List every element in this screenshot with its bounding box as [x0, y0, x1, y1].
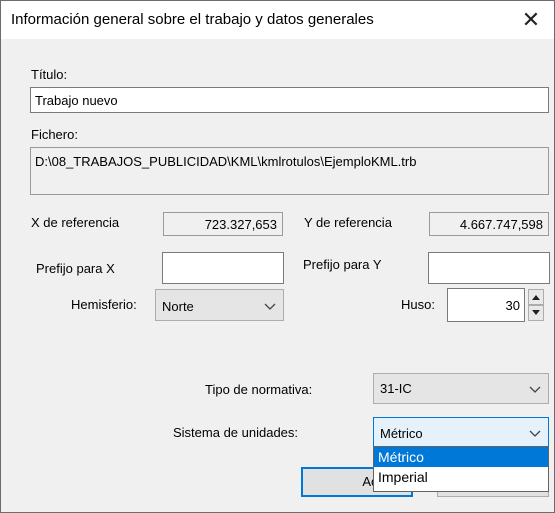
- spin-down-button[interactable]: [528, 305, 544, 321]
- unidades-value: Métrico: [380, 426, 423, 441]
- y-ref-label: Y de referencia: [304, 215, 392, 230]
- unidades-label: Sistema de unidades:: [173, 425, 299, 440]
- fichero-path: D:\08_TRABAJOS_PUBLICIDAD\KML\kmlrotulos…: [30, 147, 549, 195]
- option-metrico[interactable]: Métrico: [374, 447, 548, 467]
- hemisferio-label: Hemisferio:: [71, 297, 137, 312]
- chevron-down-icon: [264, 303, 276, 310]
- window-title: Información general sobre el trabajo y d…: [11, 11, 374, 28]
- normativa-label: Tipo de normativa:: [205, 382, 313, 397]
- huso-label: Huso:: [401, 297, 435, 312]
- fichero-label: Fichero:: [31, 127, 78, 142]
- triangle-up-icon: [532, 295, 540, 300]
- x-ref-value: 723.327,653: [163, 212, 283, 236]
- x-ref-label: X de referencia: [31, 215, 120, 230]
- spin-up-button[interactable]: [528, 289, 544, 305]
- normativa-select[interactable]: 31-IC: [373, 373, 549, 404]
- prefijo-y-input[interactable]: [428, 252, 550, 284]
- prefijo-x-label: Prefijo para X: [36, 261, 115, 276]
- chevron-down-icon: [529, 430, 541, 437]
- titulo-label: Título:: [31, 67, 68, 82]
- huso-input[interactable]: [447, 288, 525, 322]
- unidades-select[interactable]: Métrico: [373, 417, 549, 447]
- hemisferio-select[interactable]: Norte: [155, 289, 284, 321]
- triangle-down-icon: [532, 310, 540, 315]
- unidades-dropdown-list: Métrico Imperial: [373, 446, 549, 492]
- title-bar: Información general sobre el trabajo y d…: [1, 1, 554, 39]
- prefijo-y-label: Prefijo para Y: [303, 257, 382, 272]
- titulo-input[interactable]: [30, 87, 549, 113]
- dialog-window: Información general sobre el trabajo y d…: [0, 0, 555, 513]
- hemisferio-value: Norte: [162, 299, 194, 314]
- y-ref-value: 4.667.747,598: [429, 212, 549, 236]
- normativa-value: 31-IC: [380, 381, 412, 396]
- prefijo-x-input[interactable]: [162, 252, 284, 284]
- chevron-down-icon: [529, 386, 541, 393]
- option-imperial[interactable]: Imperial: [374, 467, 548, 487]
- close-icon[interactable]: ✕: [514, 5, 548, 35]
